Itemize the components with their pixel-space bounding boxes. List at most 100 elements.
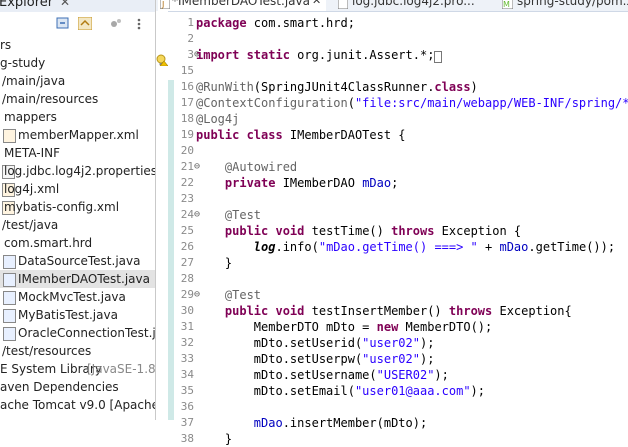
tab-close-icon[interactable]: ✕ <box>312 0 321 7</box>
overview-ruler <box>156 11 168 420</box>
line-number: 26 <box>180 240 194 253</box>
tree-item[interactable]: ache Tomcat v9.0 [Apache T <box>0 396 155 414</box>
code-token: org.junit.Assert.*; <box>289 48 435 62</box>
code-line[interactable]: } <box>196 431 232 447</box>
code-line[interactable]: mDao.insertMember(mDto); <box>196 415 427 431</box>
code-token: @ContextConfiguration <box>196 96 348 110</box>
code-token: new <box>376 320 399 334</box>
code-token: @Test <box>196 288 262 302</box>
code-token: } <box>196 256 233 270</box>
tree-item-label: g-study <box>0 56 46 70</box>
code-token: import static <box>196 48 290 62</box>
tab-pom[interactable]: M spring-study/pom.xm <box>502 0 628 11</box>
java-file-icon <box>3 309 16 323</box>
line-number: 37 <box>180 416 194 429</box>
package-explorer-panel: Explorer ✕ rs g-study/main/java/main/reso… <box>0 0 156 420</box>
code-line[interactable]: @RunWith(SpringJUnit4ClassRunner.class) <box>196 79 478 95</box>
tree-item[interactable]: g-study <box>0 54 155 72</box>
line-number: 15 <box>180 64 194 77</box>
close-icon[interactable]: ✕ <box>60 0 70 9</box>
code-token: "mDao.getTime() ===> " <box>318 240 478 254</box>
code-line[interactable]: package com.smart.hrd; <box>196 15 355 31</box>
line-number: 28 <box>180 272 194 285</box>
code-line[interactable]: public void testInsertMember() throws Ex… <box>196 303 572 319</box>
code-token: IMemberDAO <box>275 176 363 190</box>
line-number: 32 <box>180 336 194 349</box>
code-line[interactable]: private IMemberDAO mDao; <box>196 175 398 191</box>
tree-item[interactable]: mappers <box>0 108 155 126</box>
tree-item[interactable]: OracleConnectionTest.java <box>0 324 155 342</box>
code-token: .info( <box>275 240 319 254</box>
code-line[interactable]: @Test <box>196 207 261 223</box>
code-line[interactable]: MemberDTO mDto = new MemberDTO(); <box>196 319 492 335</box>
tree-item[interactable]: /test/resources <box>0 342 155 360</box>
code-line[interactable]: public void testTime() throws Exception … <box>196 223 521 239</box>
code-line[interactable]: public class IMemberDAOTest { <box>196 127 406 143</box>
code-line[interactable]: @Log4j <box>196 111 239 127</box>
code-line[interactable]: @Test <box>196 287 261 303</box>
code-line[interactable]: mDto.setUsername("USER02"); <box>196 367 449 383</box>
explorer-tab[interactable]: Explorer ✕ <box>0 0 155 12</box>
tab-log-jdbc[interactable]: log.jdbc.log4j2.pro... <box>338 0 488 11</box>
tab-label: *IMemberDAOTest.java <box>172 0 310 8</box>
code-line[interactable]: @Autowired <box>196 159 297 175</box>
code-token: Exception { <box>434 224 522 238</box>
code-token: com.smart.hrd; <box>246 16 355 30</box>
tree-item[interactable]: memberMapper.xml <box>0 126 155 144</box>
code-token: ); <box>470 384 485 398</box>
tree-item[interactable]: MockMvcTest.java <box>0 288 155 306</box>
tree-item[interactable]: /main/java <box>0 72 155 90</box>
tree-item[interactable]: mybatis-config.xml <box>0 198 155 216</box>
view-menu-icon[interactable] <box>132 17 146 30</box>
code-token: "file:src/main/webapp/WEB-INF/spring/**/ <box>354 96 628 110</box>
tree-item[interactable]: rs <box>0 36 155 54</box>
tree-item-label: /test/java <box>2 218 59 232</box>
tree-item-label: /main/java <box>2 74 66 88</box>
tree-item[interactable]: META-INF <box>0 144 155 162</box>
java-file-icon <box>3 273 16 287</box>
filter-icon[interactable] <box>109 17 123 30</box>
tree-item[interactable]: DataSourceTest.java <box>0 252 155 270</box>
line-number: 29 <box>180 288 194 301</box>
tree-item[interactable]: log.jdbc.log4j2.properties <box>0 162 155 180</box>
code-line[interactable]: import static org.junit.Assert.*;□ <box>196 47 442 65</box>
code-token: "user01@aaa.com" <box>354 384 471 398</box>
code-token: ) <box>470 80 478 94</box>
code-line[interactable]: mDto.setUserid("user02"); <box>196 335 435 351</box>
tree-item[interactable]: MyBatisTest.java <box>0 306 155 324</box>
tree-item-label: MockMvcTest.java <box>18 290 126 304</box>
tab-imemberdaotest[interactable]: J *IMemberDAOTest.java ✕ <box>158 0 326 11</box>
code-line[interactable]: } <box>196 255 232 271</box>
code-line[interactable]: mDto.setEmail("user01@aaa.com"); <box>196 383 485 399</box>
code-token: .getTime()); <box>528 240 616 254</box>
tree-item[interactable]: E System Library [JavaSE-1.8] <box>0 360 155 378</box>
tree-item[interactable]: log4j.xml <box>0 180 155 198</box>
warning-lightbulb-icon[interactable] <box>156 54 168 66</box>
properties-file-icon <box>338 0 348 9</box>
java-file-icon: J <box>160 0 170 9</box>
line-number: 38 <box>180 432 194 445</box>
tree-item-label: aven Dependencies <box>0 380 119 394</box>
link-editor-icon[interactable] <box>78 17 92 30</box>
line-number: 35 <box>180 384 194 397</box>
code-line[interactable]: log.info("mDao.getTime() ===> " + mDao.g… <box>196 239 615 255</box>
tree-item[interactable]: IMemberDAOTest.java <box>0 270 155 288</box>
code-token: private <box>224 176 276 190</box>
editor-tabs: J *IMemberDAOTest.java ✕ log.jdbc.log4j2… <box>156 0 628 12</box>
tree-item[interactable]: /main/resources <box>0 90 155 108</box>
tab-label: spring-study/pom.xm <box>517 0 628 8</box>
tree-item[interactable]: /test/java <box>0 216 155 234</box>
code-line[interactable]: @ContextConfiguration("file:src/main/web… <box>196 95 628 111</box>
line-number: 31 <box>180 320 194 333</box>
code-token: IMemberDAOTest { <box>282 128 406 142</box>
tree-item[interactable]: com.smart.hrd <box>0 234 155 252</box>
code-token: mDto.setUsername( <box>196 368 377 382</box>
svg-text:J: J <box>161 0 164 9</box>
collapse-all-icon[interactable] <box>56 17 70 30</box>
tree-item[interactable]: aven Dependencies <box>0 378 155 396</box>
code-line[interactable]: mDto.setUserpw("user02"); <box>196 351 435 367</box>
code-token: ); <box>434 368 449 382</box>
code-token: mDto <box>326 320 355 334</box>
